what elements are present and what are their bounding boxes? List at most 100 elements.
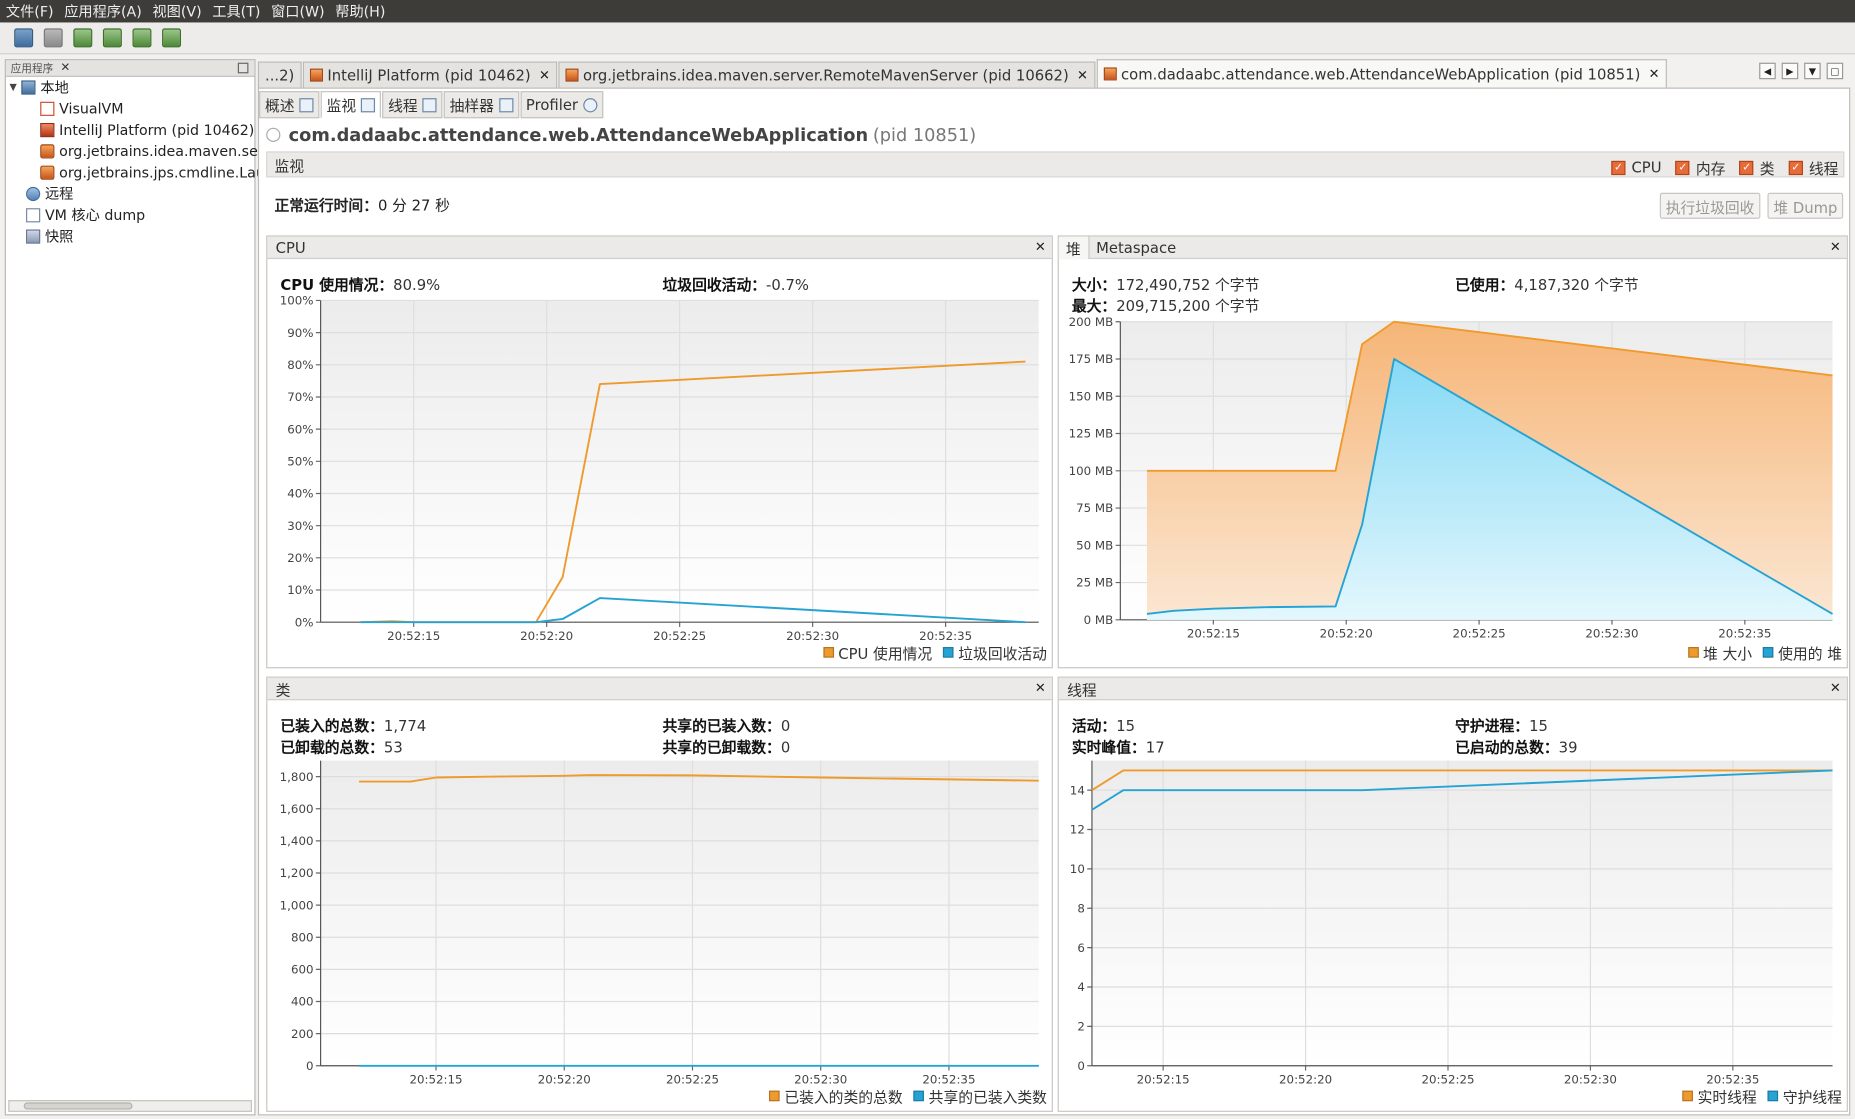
tree-label: 远程 [44,185,74,203]
scroll-right-icon[interactable]: ▶ [1781,62,1799,80]
tab-overview[interactable]: 概述 [259,91,320,119]
tree-item-visualvm[interactable]: VisualVM [40,98,123,118]
horizontal-scrollbar[interactable] [8,1100,252,1112]
y-tick-label: 1,400 [280,834,314,848]
legend-swatch [1767,1090,1779,1102]
legend-label: 守护线程 [1782,1088,1842,1106]
tab-overflow[interactable]: ...2) [257,61,302,88]
add-jmx-icon[interactable] [73,28,93,48]
tree-item-remote[interactable]: 远程 [26,183,73,203]
x-tick-label: 20:52:30 [1564,1073,1617,1085]
x-tick-label: 20:52:20 [538,1073,591,1085]
tab-list-icon[interactable]: ▼ [1804,62,1821,80]
application-title: com.dadaabc.attendance.web.AttendanceWeb… [266,124,976,145]
y-tick-label: 1,800 [280,770,314,784]
y-tick-label: 90% [287,326,313,340]
load-icon[interactable] [14,28,34,48]
stat-value: 172,490,752 个字节 [1116,275,1260,294]
status-circle-icon [266,127,281,142]
close-icon[interactable]: ✕ [1077,67,1088,82]
scroll-left-icon[interactable]: ◀ [1759,62,1776,80]
stat-label: 共享的已卸载数： [662,738,781,756]
y-tick-label: 70% [287,390,313,404]
started-threads-stat: 已启动的总数：39 [1455,735,1577,757]
y-tick-label: 10 [1070,862,1085,876]
x-tick-label: 20:52:15 [387,629,440,641]
tree-item-snapshots[interactable]: 快照 [26,226,73,246]
threads-chart: 0 2 4 6 8 10 12 14 20:52:15 20:52:20 20:52:25 20:52… [1070,760,1833,1085]
tab-profiler[interactable]: Profiler [520,91,603,119]
y-tick-label: 14 [1070,783,1085,797]
cpu-checkbox[interactable]: ✓ CPU [1611,156,1662,178]
threads-panel: 线程 ✕ 活动：15 实时峰值：17 守护进程：15 已启动的总数：39 0246… [1057,676,1848,1112]
memory-checkbox[interactable]: ✓ 内存 [1675,156,1725,178]
tab-label: com.dadaabc.attendance.web.AttendanceWeb… [1121,65,1641,83]
minimize-icon[interactable] [237,62,249,74]
tab-heap[interactable]: 堆 [1058,235,1090,259]
plot-area [320,760,1039,1066]
add-remote-host-icon[interactable] [102,28,122,48]
tree-item-jps-cmdline[interactable]: org.jetbrains.jps.cmdline.Lau [40,162,265,182]
menu-file[interactable]: 文件(F) [6,1,54,21]
heap-legend: 堆 大小 使用的 堆 [1677,641,1842,663]
stat-label: 已卸载的总数： [280,738,384,756]
expand-triangle-icon[interactable]: ▼ [9,82,16,93]
menu-application[interactable]: 应用程序(A) [64,1,142,21]
x-tick-label: 20:52:15 [1137,1073,1190,1085]
stat-label: 活动： [1071,716,1117,735]
maximize-icon[interactable]: □ [1826,62,1844,80]
tab-label: 监视 [326,96,357,115]
stat-label: 已装入的总数： [280,716,384,735]
tab-maven-server[interactable]: org.jetbrains.idea.maven.server.RemoteMa… [558,61,1096,88]
scrollbar-thumb[interactable] [23,1102,133,1110]
y-tick-label: 8 [1077,901,1085,915]
y-tick-label: 200 MB [1069,315,1114,329]
menu-view[interactable]: 视图(V) [152,1,201,21]
close-icon[interactable]: ✕ [1830,239,1841,254]
intellij-icon [309,68,323,82]
tab-intellij[interactable]: IntelliJ Platform (pid 10462) ✕ [302,61,557,88]
close-icon[interactable]: ✕ [1830,680,1841,695]
y-tick-label: 600 [291,963,314,977]
monitor-title: 监视 [274,156,305,175]
close-icon[interactable]: ✕ [1035,680,1046,695]
heap-dump-button[interactable]: 堆 Dump [1767,192,1844,219]
close-icon[interactable]: ✕ [1649,66,1660,81]
menu-help[interactable]: 帮助(H) [335,1,385,21]
tree-label: 本地 [40,79,69,96]
y-tick-label: 50 MB [1076,538,1113,552]
visualvm-icon [40,101,55,116]
tree-item-local[interactable]: ▼ 本地 [9,77,68,97]
tab-threads[interactable]: 线程 [382,91,443,119]
close-icon[interactable]: ✕ [1035,239,1046,254]
classes-checkbox[interactable]: ✓ 类 [1739,156,1775,178]
x-tick-label: 20:52:20 [1320,627,1373,641]
close-icon[interactable]: ✕ [539,67,550,82]
menu-tools[interactable]: 工具(T) [212,1,260,21]
stat-value: 80.9% [393,275,441,294]
legend-label: 已装入的类的总数 [784,1088,903,1106]
tree-item-intellij[interactable]: IntelliJ Platform (pid 10462) [40,119,254,139]
perform-gc-button[interactable]: 执行垃圾回收 [1659,192,1761,219]
tree-item-core-dump[interactable]: VM 核心 dump [26,205,145,225]
add-core-dump-icon[interactable] [132,28,152,48]
threads-checkbox[interactable]: ✓ 线程 [1788,156,1838,178]
classes-panel-header: 类 ✕ [267,677,1052,701]
x-tick-label: 20:52:35 [1706,1073,1759,1085]
tree-item-maven-server[interactable]: org.jetbrains.idea.maven.ser [40,141,264,161]
peak-threads-stat: 实时峰值：17 [1072,735,1165,757]
menu-window[interactable]: 窗口(W) [271,1,325,21]
tab-attendance-app[interactable]: com.dadaabc.attendance.web.AttendanceWeb… [1096,59,1667,88]
add-snapshot-icon[interactable] [162,28,182,48]
close-icon[interactable]: ✕ [60,62,70,75]
checkbox-label: 类 [1759,159,1775,178]
tab-sampler[interactable]: 抽样器 [443,91,519,119]
tab-metaspace[interactable]: Metaspace [1089,236,1183,258]
y-tick-label: 0 [306,1059,314,1073]
stat-value: 53 [383,738,403,756]
info-icon [299,97,314,112]
tree-label: org.jetbrains.jps.cmdline.Lau [59,163,265,181]
save-disabled-icon[interactable] [43,28,63,48]
tab-monitor[interactable]: 监视 [320,91,381,119]
applications-tab[interactable]: 应用程序 ✕ [5,60,255,77]
